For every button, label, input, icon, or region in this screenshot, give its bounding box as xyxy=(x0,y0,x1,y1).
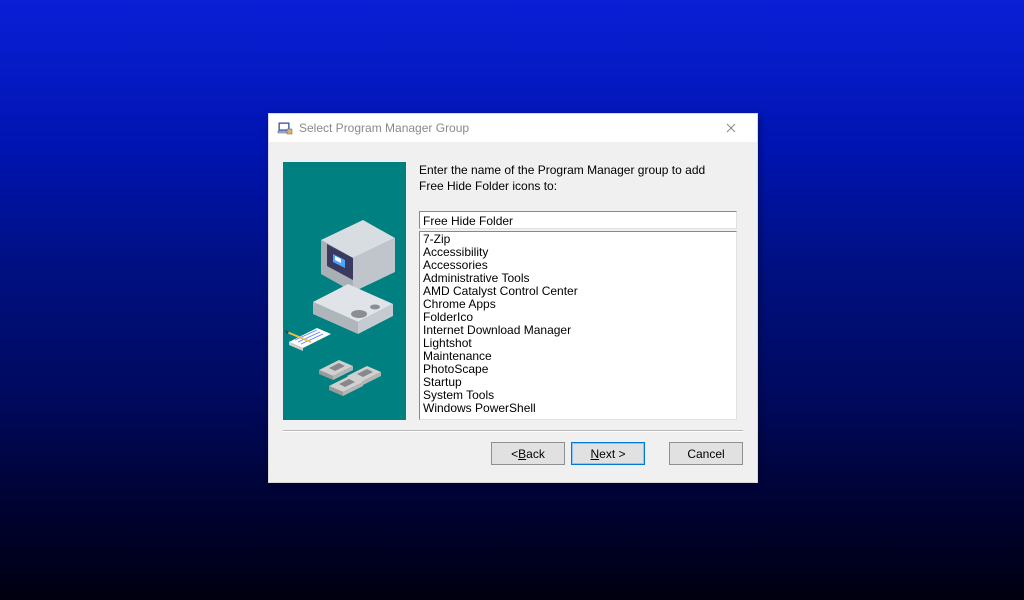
list-item[interactable]: PhotoScape xyxy=(423,363,733,376)
next-button[interactable]: Next > xyxy=(571,442,645,465)
back-button[interactable]: < Back xyxy=(491,442,565,465)
list-item[interactable]: Windows PowerShell xyxy=(423,402,733,415)
button-row: < Back Next > Cancel xyxy=(491,442,743,465)
titlebar[interactable]: Select Program Manager Group xyxy=(269,114,757,142)
group-list[interactable]: 7-Zip Accessibility Accessories Administ… xyxy=(419,231,737,420)
installer-dialog: Select Program Manager Group xyxy=(268,113,758,483)
window-title: Select Program Manager Group xyxy=(299,121,711,135)
separator xyxy=(283,430,743,432)
dialog-body: Enter the name of the Program Manager gr… xyxy=(269,142,757,482)
close-button[interactable] xyxy=(711,117,751,139)
installer-icon xyxy=(277,120,293,136)
instruction-text: Enter the name of the Program Manager gr… xyxy=(419,162,719,194)
desktop: Select Program Manager Group xyxy=(0,0,1024,600)
cancel-button[interactable]: Cancel xyxy=(669,442,743,465)
group-name-input[interactable]: Free Hide Folder xyxy=(419,211,737,229)
wizard-side-image xyxy=(283,162,406,420)
